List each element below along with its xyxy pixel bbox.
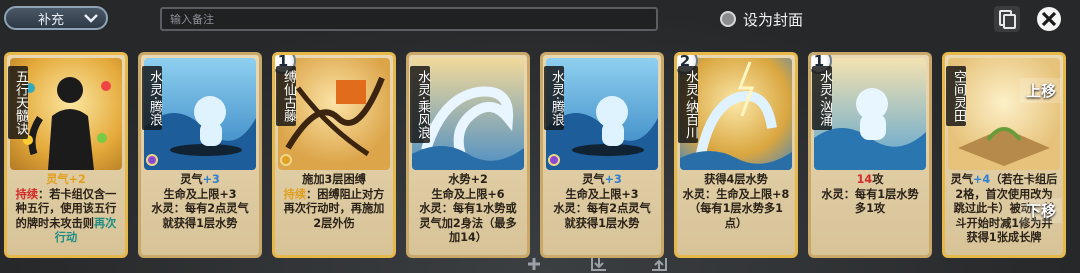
top-bar: 补充 设为封面 (0, 0, 1080, 40)
element-gem-icon (548, 154, 560, 166)
note-input[interactable] (160, 7, 658, 31)
card-description: 施加3层困缚 持续：困缚阻止对方再次行动时，再施加2层外伤 (283, 173, 385, 230)
radio-icon (720, 11, 736, 27)
card-name: 水灵·腾浪 (544, 66, 564, 131)
move-down-button[interactable]: 下移 (1019, 198, 1062, 223)
cover-label: 设为封面 (743, 10, 804, 29)
card-5[interactable]: 水灵·腾浪 灵气+3 生命及上限+3 水灵：每有2点灵气就获得1层水势 (540, 52, 664, 258)
card-4[interactable]: 水灵·乘风浪 水势+2 生命及上限+6 水灵：每有1水势或灵气加2身法（最多加14） (406, 52, 530, 258)
card-description: 获得4层水势 水灵：生命及上限+8（每有1层水势多1点） (682, 173, 790, 230)
card-name: 水灵·汹涌 (812, 66, 832, 131)
card-name: 五行天髓诀 (8, 66, 28, 139)
close-icon[interactable] (1036, 6, 1062, 32)
card-description: 灵气+3 生命及上限+3 水灵：每有2点灵气就获得1层水势 (553, 173, 651, 230)
add-icon[interactable] (526, 256, 542, 272)
card-3[interactable]: 1 缚仙古藤 施加3层困缚 持续：困缚阻止对方再次行动时，再施加2层外伤 (272, 52, 396, 258)
dropdown-label: 补充 (37, 12, 64, 28)
export-icon[interactable] (650, 256, 668, 272)
card-1[interactable]: 五行天髓诀 灵气+2 持续：若卡组仅含一种五行，使用该五行的牌时未攻击则再次行动 (4, 52, 128, 258)
element-gem-icon (280, 154, 292, 166)
copy-icon[interactable] (994, 6, 1020, 32)
card-description: 灵气+2 持续：若卡组仅含一种五行，使用该五行的牌时未攻击则再次行动 (15, 173, 117, 244)
card-name: 水灵·腾浪 (142, 66, 162, 131)
card-7[interactable]: 1 水灵·汹涌 14攻 水灵：每有1层水势多1攻 (808, 52, 932, 258)
card-8[interactable]: 空间灵田 上移 灵气+4（若在卡组后2格，首次使用改为跳过此卡）被动：战斗开始时… (942, 52, 1066, 258)
card-description: 14攻 水灵：每有1层水势多1攻 (821, 173, 919, 215)
card-description: 灵气+3 生命及上限+3 水灵：每有2点灵气就获得1层水势 (151, 173, 249, 230)
move-up-button[interactable]: 上移 (1019, 78, 1062, 103)
element-gem-icon (146, 154, 158, 166)
card-6[interactable]: 2 水灵·纳百川 获得4层水势 水灵：生命及上限+8（每有1层水势多1点） (674, 52, 798, 258)
card-2[interactable]: 水灵·腾浪 灵气+3 生命及上限+3 水灵：每有2点灵气就获得1层水势 (138, 52, 262, 258)
chevron-down-icon (84, 14, 98, 23)
card-name: 水灵·乘风浪 (410, 66, 430, 144)
card-description: 水势+2 生命及上限+6 水灵：每有1水势或灵气加2身法（最多加14） (419, 173, 517, 244)
card-name: 水灵·纳百川 (678, 66, 698, 144)
set-cover-radio[interactable]: 设为封面 (720, 9, 803, 29)
card-name: 缚仙古藤 (276, 66, 296, 126)
card-name: 空间灵田 (946, 66, 966, 126)
deck-filter-dropdown[interactable]: 补充 (4, 6, 108, 30)
import-icon[interactable] (590, 256, 608, 272)
